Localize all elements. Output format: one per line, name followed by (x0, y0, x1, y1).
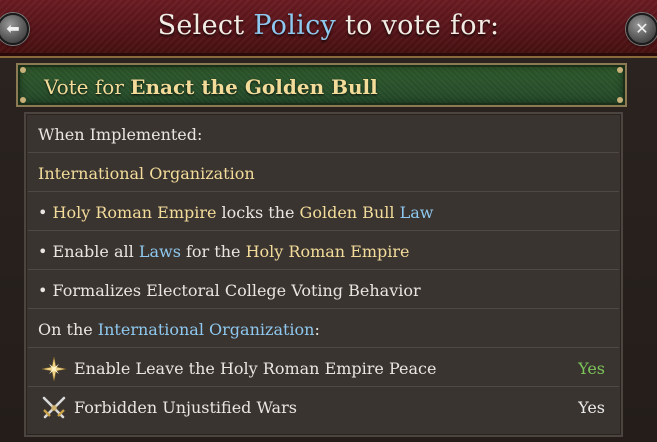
close-button[interactable]: ✕ (626, 13, 657, 45)
policy-details-panel: When Implemented: International Organiza… (24, 112, 623, 437)
list-item: International Organization (28, 155, 619, 192)
organization-type: International Organization (38, 164, 255, 183)
vote-banner: Vote for Enact the Golden Bull (16, 63, 627, 107)
permission-label: Forbidden Unjustified Wars (74, 398, 297, 417)
heading-text: : (314, 320, 320, 339)
dialog-title: Select Policy to vote for: (0, 10, 657, 41)
title-policy-link[interactable]: Policy (253, 10, 336, 41)
crossed-swords-icon (42, 396, 66, 419)
international-organization-link[interactable]: International Organization (98, 320, 315, 339)
permission-row: Forbidden Unjustified Wars Yes (28, 389, 619, 426)
list-item: On the International Organization: (28, 311, 619, 348)
title-prefix: Select (157, 10, 254, 41)
permission-value: Yes (578, 359, 605, 378)
banner-corner-ornament (20, 97, 26, 103)
permission-value: Yes (578, 398, 605, 417)
when-implemented-heading: When Implemented: (38, 125, 203, 144)
star-burst-icon (41, 356, 67, 382)
banner-corner-ornament (617, 97, 623, 103)
hre-link[interactable]: Holy Roman Empire (53, 203, 217, 222)
list-item: • Formalizes Electoral College Voting Be… (28, 272, 619, 309)
bullet-text: • (38, 203, 53, 222)
vote-prefix: Vote for (44, 75, 131, 99)
on-organization-heading: On the International Organization: (38, 311, 320, 348)
heading-text: On the (38, 320, 98, 339)
banner-corner-ornament (617, 67, 623, 73)
dialog-header: ⬅ Select Policy to vote for: ✕ (0, 0, 657, 58)
hre-link[interactable]: Holy Roman Empire (246, 242, 410, 261)
permission-row: Enable Leave the Holy Roman Empire Peace… (28, 350, 619, 387)
list-item: • Holy Roman Empire locks the Golden Bul… (28, 194, 619, 231)
title-suffix: to vote for: (336, 10, 500, 41)
law-link[interactable]: Law (400, 203, 434, 222)
banner-corner-ornament (20, 67, 26, 73)
list-item: • Enable all Laws for the Holy Roman Emp… (28, 233, 619, 270)
close-icon: ✕ (635, 19, 649, 38)
effect-enable-laws: • Enable all Laws for the Holy Roman Emp… (38, 233, 410, 270)
golden-bull-link[interactable]: Golden Bull (300, 203, 395, 222)
effect-electoral-college: • Formalizes Electoral College Voting Be… (38, 281, 421, 300)
effect-text: for the (180, 242, 246, 261)
permission-label: Enable Leave the Holy Roman Empire Peace (74, 359, 437, 378)
effect-text: locks the (216, 203, 300, 222)
effect-locks-law: • Holy Roman Empire locks the Golden Bul… (38, 194, 433, 231)
policy-vote-dialog: ⬅ Select Policy to vote for: ✕ Vote for … (0, 0, 657, 442)
laws-link[interactable]: Laws (139, 242, 181, 261)
policy-name: Enact the Golden Bull (130, 75, 378, 99)
effect-text: • Enable all (38, 242, 139, 261)
vote-banner-text: Vote for Enact the Golden Bull (44, 75, 378, 99)
list-item: When Implemented: (28, 116, 619, 153)
